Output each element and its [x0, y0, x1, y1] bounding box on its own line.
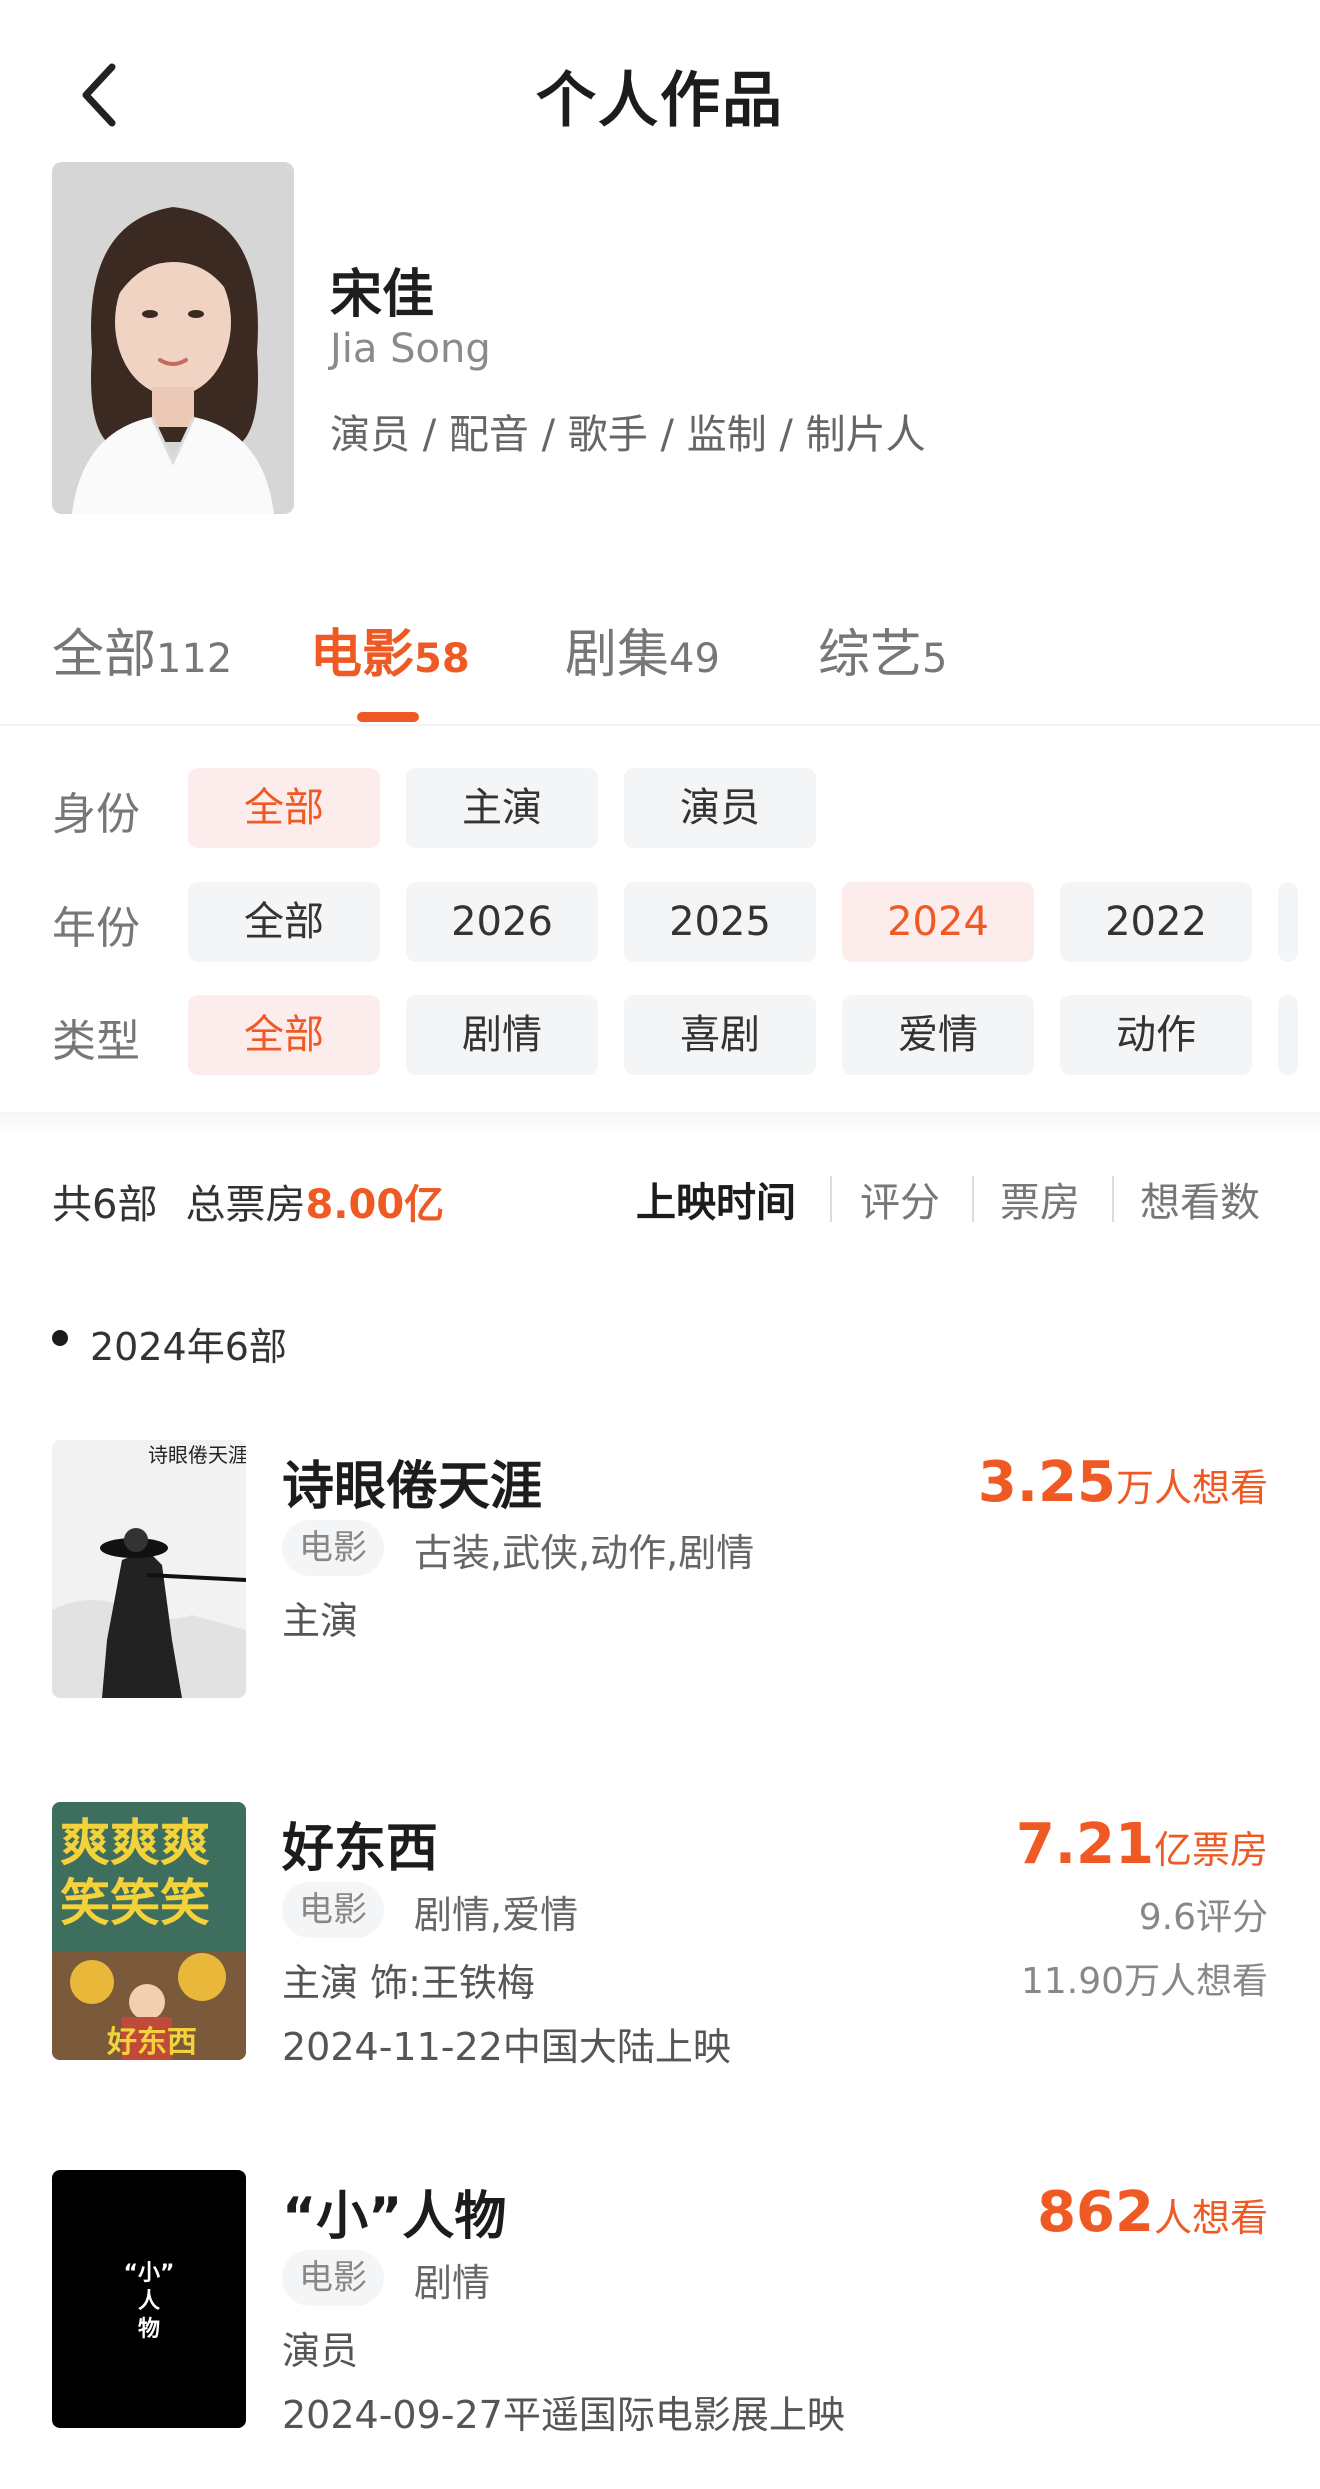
year-group-heading: 2024年6部 [90, 1325, 287, 1369]
movie-stat-unit: 人想看 [1153, 2196, 1268, 2240]
box-office-label: 总票房 [185, 1182, 306, 1228]
filter-label-identity: 身份 [52, 789, 140, 840]
poster-image: “小” 人 物 [52, 2170, 246, 2428]
sort-want-count[interactable]: 想看数 [1140, 1170, 1260, 1228]
movie-type-tag: 电影 [282, 2250, 384, 2306]
tab-variety[interactable]: 综艺5 [818, 612, 947, 687]
movie-title[interactable]: “小”人物 [282, 2174, 506, 2249]
filter-label-genre: 类型 [52, 1016, 140, 1067]
section-divider [0, 1112, 1320, 1138]
movie-stat-value: 862 [1037, 2180, 1154, 2245]
tab-label: 全部 [52, 625, 157, 685]
filter-row-year: 年份 全部 2026 2025 2024 2022 [0, 882, 1320, 962]
box-office-value: 8.00亿 [305, 1182, 445, 1228]
active-tab-indicator [357, 712, 419, 722]
poster-headline: 爽爽爽 [60, 1814, 210, 1872]
movie-role: 主演 饰:王铁梅 [282, 1961, 535, 2005]
chip-identity-lead[interactable]: 主演 [406, 768, 598, 848]
movie-stat-unit: 万人想看 [1115, 1466, 1268, 1510]
filter-label-year: 年份 [52, 903, 140, 954]
tab-label: 电影 [310, 625, 415, 685]
movie-release: 2024-09-27平遥国际电影展上映 [282, 2393, 845, 2437]
works-summary: 共6部 总票房8.00亿 [52, 1172, 444, 1230]
poster-title: 好东西 [106, 2025, 197, 2060]
movie-type-tag: 电影 [282, 1882, 384, 1938]
poster-image: 诗眼倦天涯 [52, 1440, 246, 1698]
person-name: 宋佳 [330, 265, 435, 325]
bullet-icon [52, 1330, 68, 1346]
movie-poster[interactable]: 诗眼倦天涯 [52, 1440, 246, 1698]
person-roles: 演员 / 配音 / 歌手 / 监制 / 制片人 [330, 412, 926, 458]
movie-stat-value: 3.25 [977, 1450, 1116, 1515]
movie-type-tag: 电影 [282, 1520, 384, 1576]
movie-stat: 7.21亿票房 [1016, 1812, 1268, 1877]
chip-year-all[interactable]: 全部 [188, 882, 380, 962]
movie-title[interactable]: 好东西 [282, 1806, 438, 1881]
chip-genre-comedy[interactable]: 喜剧 [624, 995, 816, 1075]
sort-divider [1112, 1176, 1114, 1222]
chip-genre-action[interactable]: 动作 [1060, 995, 1252, 1075]
poster-title: “小” [124, 2261, 175, 2286]
tab-movies[interactable]: 电影58 [310, 612, 470, 687]
chip-year-2025[interactable]: 2025 [624, 882, 816, 962]
chip-year-2022[interactable]: 2022 [1060, 882, 1252, 962]
movie-role: 主演 [282, 1599, 359, 1643]
tab-count: 5 [922, 636, 948, 682]
page-title: 个人作品 [536, 66, 784, 136]
filter-row-identity: 身份 全部 主演 演员 [0, 768, 1320, 848]
tab-count: 58 [414, 636, 470, 682]
category-tabs: 全部112 电影58 剧集49 综艺5 [0, 612, 1320, 732]
movie-want-count: 11.90万人想看 [1020, 1961, 1268, 2002]
movie-title[interactable]: 诗眼倦天涯 [282, 1444, 542, 1519]
movie-poster[interactable]: 爽爽爽 笑笑笑 好东西 [52, 1802, 246, 2060]
movie-stat: 862人想看 [1037, 2180, 1268, 2245]
movie-genres: 剧情 [414, 2261, 491, 2305]
portrait-image [52, 162, 294, 514]
tab-count: 49 [669, 636, 720, 682]
sort-divider [972, 1176, 974, 1222]
tab-all[interactable]: 全部112 [52, 612, 232, 687]
chip-year-overflow[interactable] [1278, 882, 1298, 962]
poster-title: 人 [138, 2289, 160, 2314]
poster-calligraphy: 诗眼倦天涯 [148, 1443, 246, 1467]
poster-image: 爽爽爽 笑笑笑 好东西 [52, 1802, 246, 2060]
movie-genres: 剧情,爱情 [414, 1893, 579, 1937]
poster-title: 物 [138, 2316, 160, 2342]
chip-year-2026[interactable]: 2026 [406, 882, 598, 962]
sort-box-office[interactable]: 票房 [1000, 1170, 1080, 1228]
tab-label: 综艺 [818, 625, 923, 685]
movie-release: 2024-11-22中国大陆上映 [282, 2025, 731, 2069]
header-bar: 个人作品 [0, 0, 1320, 180]
works-total: 共6部 [52, 1182, 158, 1228]
chip-genre-all[interactable]: 全部 [188, 995, 380, 1075]
movie-stat-unit: 亿票房 [1153, 1828, 1268, 1872]
sort-release-date[interactable]: 上映时间 [636, 1170, 796, 1228]
person-english-name: Jia Song [330, 326, 491, 372]
sort-rating[interactable]: 评分 [860, 1170, 940, 1228]
avatar[interactable] [52, 162, 294, 514]
divider [0, 724, 1320, 726]
chip-genre-romance[interactable]: 爱情 [842, 995, 1034, 1075]
movie-genres: 古装,武侠,动作,剧情 [414, 1531, 755, 1575]
filter-row-genre: 类型 全部 剧情 喜剧 爱情 动作 [0, 995, 1320, 1075]
tab-series[interactable]: 剧集49 [565, 612, 720, 687]
sort-divider [830, 1176, 832, 1222]
movie-stat: 3.25万人想看 [978, 1450, 1268, 1515]
movie-poster[interactable]: “小” 人 物 [52, 2170, 246, 2428]
movie-role: 演员 [282, 2329, 359, 2373]
chip-year-2024[interactable]: 2024 [842, 882, 1034, 962]
tab-count: 112 [156, 636, 233, 682]
movie-stat-value: 7.21 [1015, 1812, 1154, 1877]
chip-identity-actor[interactable]: 演员 [624, 768, 816, 848]
chip-genre-overflow[interactable] [1278, 995, 1298, 1075]
movie-rating: 9.6评分 [1138, 1897, 1268, 1938]
chip-genre-drama[interactable]: 剧情 [406, 995, 598, 1075]
chip-identity-all[interactable]: 全部 [188, 768, 380, 848]
tab-label: 剧集 [565, 625, 670, 685]
poster-headline: 笑笑笑 [60, 1874, 210, 1932]
